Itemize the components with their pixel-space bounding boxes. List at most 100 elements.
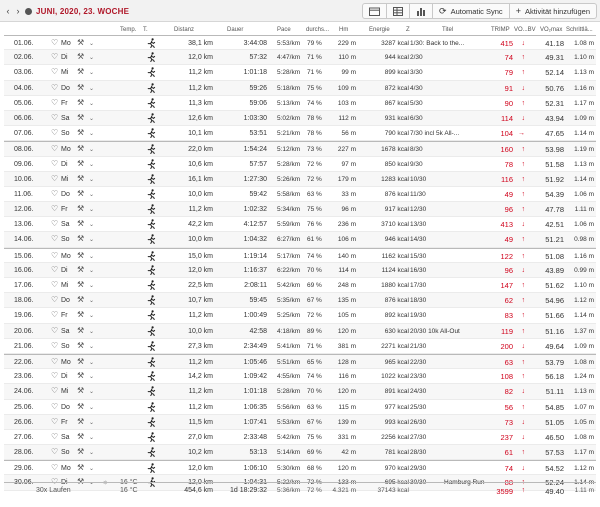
table-row[interactable]: 05.06. ♡ Fr ⚒ ⌄ 11,3 km 59:06 5:13/km 74 % 103 m 8… — [4, 96, 596, 111]
chevron-down-icon[interactable]: ⌄ — [89, 176, 94, 184]
wrench-icon[interactable]: ⚒ — [77, 68, 84, 76]
chevron-down-icon[interactable]: ⌄ — [89, 267, 94, 275]
table-row[interactable]: 29.06. ♡ Mo ⚒ ⌄ 12,0 km 1:06:10 5:30/km 68 % 120 … — [4, 460, 596, 476]
table-row[interactable]: 04.06. ♡ Do ⚒ ⌄ 11,2 km 59:26 5:18/km 75 % 109 m 8… — [4, 80, 596, 96]
wrench-icon[interactable]: ⚒ — [77, 159, 84, 168]
table-row[interactable]: 23.06. ♡ Di ⚒ ⌄ 14,2 km 1:09:42 4:55/km 74 % 116 … — [4, 369, 596, 385]
col-title[interactable]: Titel — [442, 27, 453, 33]
chevron-down-icon[interactable]: ⌄ — [89, 191, 94, 199]
chevron-down-icon[interactable]: ⌄ — [89, 373, 94, 381]
table-row[interactable]: 13.06. ♡ Sa ⚒ ⌄ 42,2 km 4:12:57 5:59/km 76 % 236 … — [4, 217, 596, 233]
col-vo-bv[interactable]: VO...BV — [514, 27, 536, 33]
chevron-down-icon[interactable]: ⌄ — [89, 40, 94, 48]
wrench-icon[interactable]: ⚒ — [77, 448, 84, 456]
chevron-down-icon[interactable]: ⌄ — [89, 221, 94, 229]
table-row[interactable]: 19.06. ♡ Fr ⚒ ⌄ 11,2 km 1:00:49 5:25/km 72 % 105 … — [4, 308, 596, 324]
col-vo2max[interactable]: VO₂max — [540, 27, 562, 33]
col-temp[interactable]: Temp. — [120, 27, 136, 33]
chevron-down-icon[interactable]: ⌄ — [89, 253, 94, 261]
wrench-icon[interactable]: ⚒ — [77, 235, 84, 243]
table-row[interactable]: 26.06. ♡ Fr ⚒ ⌄ 11,5 km 1:07:41 5:53/km 67 % 139 … — [4, 414, 596, 430]
chevron-down-icon[interactable]: ⌄ — [89, 236, 94, 244]
table-row[interactable]: 07.06. ♡ So ⚒ ⌄ 10,1 km 53:51 5:21/km 78 % 56 m 79… — [4, 126, 596, 142]
table-row[interactable]: 17.06. ♡ Mi ⚒ ⌄ 22,5 km 2:08:11 5:42/km 69 % 248 … — [4, 278, 596, 294]
wrench-icon[interactable]: ⚒ — [77, 464, 84, 472]
wrench-icon[interactable]: ⚒ — [77, 372, 84, 380]
chevron-down-icon[interactable]: ⌄ — [89, 282, 94, 290]
wrench-icon[interactable]: ⚒ — [77, 341, 84, 350]
wrench-icon[interactable]: ⚒ — [77, 205, 84, 213]
col-duration[interactable]: Dauer — [227, 27, 243, 33]
table-row[interactable]: 02.06. ♡ Di ⚒ ⌄ 12,0 km 57:32 4:47/km 71 % 110 m 9… — [4, 50, 596, 66]
wrench-icon[interactable]: ⚒ — [77, 432, 84, 441]
chevron-down-icon[interactable]: ⌄ — [89, 359, 94, 367]
wrench-icon[interactable]: ⚒ — [77, 39, 84, 47]
col-energy[interactable]: Energie — [369, 27, 390, 33]
table-row[interactable]: 11.06. ♡ Do ⚒ ⌄ 10,0 km 59:42 5:58/km 63 % 33 m 87… — [4, 187, 596, 203]
chevron-down-icon[interactable]: ⌄ — [89, 465, 94, 473]
chevron-down-icon[interactable]: ⌄ — [89, 146, 94, 154]
table-row[interactable]: 15.06. ♡ Mo ⚒ ⌄ 15,0 km 1:19:14 5:17/km 74 % 140 … — [4, 247, 596, 263]
wrench-icon[interactable]: ⚒ — [77, 145, 84, 153]
add-activity-button[interactable]: + Aktivität hinzufügen — [508, 4, 596, 18]
chevron-down-icon[interactable]: ⌄ — [89, 69, 94, 77]
chevron-down-icon[interactable]: ⌄ — [89, 161, 94, 169]
col-distance[interactable]: Distanz — [174, 27, 194, 33]
chevron-down-icon[interactable]: ⌄ — [89, 434, 94, 442]
col-hm[interactable]: Hm — [339, 27, 348, 33]
col-stride[interactable]: Schrittlä... — [566, 27, 593, 33]
chevron-down-icon[interactable]: ⌄ — [89, 419, 94, 427]
wrench-icon[interactable]: ⚒ — [77, 251, 84, 260]
table-row[interactable]: 21.06. ♡ So ⚒ ⌄ 27,3 km 2:34:49 5:41/km 71 % 381 … — [4, 339, 596, 354]
calendar-view-button[interactable] — [363, 4, 386, 18]
table-row[interactable]: 20.06. ♡ Sa ⚒ ⌄ 10,0 km 42:58 4:18/km 89 % 120 m 6… — [4, 323, 596, 339]
chevron-left-icon[interactable]: ‹ — [3, 4, 13, 18]
table-row[interactable]: 06.06. ♡ Sa ⚒ ⌄ 12,6 km 1:03:30 5:02/km 78 % 112 … — [4, 110, 596, 127]
table-view-button[interactable] — [386, 4, 409, 18]
wrench-icon[interactable]: ⚒ — [77, 311, 84, 319]
chevron-down-icon[interactable]: ⌄ — [89, 130, 94, 138]
table-row[interactable]: 16.06. ♡ Di ⚒ ⌄ 12,0 km 1:16:37 6:22/km 70 % 114 … — [4, 262, 596, 278]
wrench-icon[interactable]: ⚒ — [77, 281, 84, 289]
table-row[interactable]: 08.06. ♡ Mo ⚒ ⌄ 22,0 km 1:54:24 5:12/km 73 % 227 … — [4, 141, 596, 157]
wrench-icon[interactable]: ⚒ — [77, 387, 84, 395]
chevron-down-icon[interactable]: ⌄ — [89, 343, 94, 351]
wrench-icon[interactable]: ⚒ — [77, 53, 84, 61]
wrench-icon[interactable]: ⚒ — [77, 402, 84, 411]
col-trimp[interactable]: TRIMP — [491, 27, 510, 33]
wrench-icon[interactable]: ⚒ — [77, 174, 84, 183]
table-row[interactable]: 10.06. ♡ Mi ⚒ ⌄ 16,1 km 1:27:30 5:26/km 72 % 179 … — [4, 171, 596, 187]
col-zone[interactable]: Z — [406, 27, 410, 33]
table-row[interactable]: 01.06. ♡ Mo ⚒ ⌄ 38,1 km 3:44:08 5:53/km 79 % 229 … — [4, 35, 596, 51]
wrench-icon[interactable]: ⚒ — [77, 113, 84, 122]
chevron-down-icon[interactable]: ⌄ — [89, 85, 94, 93]
table-row[interactable]: 18.06. ♡ Do ⚒ ⌄ 10,7 km 59:45 5:35/km 67 % 135 m 8… — [4, 293, 596, 309]
chevron-down-icon[interactable]: ⌄ — [89, 115, 94, 123]
chevron-down-icon[interactable]: ⌄ — [89, 100, 94, 108]
wrench-icon[interactable]: ⚒ — [77, 357, 84, 366]
wrench-icon[interactable]: ⚒ — [77, 189, 84, 198]
wrench-icon[interactable]: ⚒ — [77, 417, 84, 426]
chevron-right-icon[interactable]: › — [13, 4, 23, 18]
chevron-down-icon[interactable]: ⌄ — [89, 297, 94, 305]
wrench-icon[interactable]: ⚒ — [77, 326, 84, 335]
col-pace[interactable]: Pace — [277, 27, 291, 33]
table-row[interactable]: 24.06. ♡ Mi ⚒ ⌄ 11,2 km 1:01:18 5:28/km 70 % 120 … — [4, 384, 596, 400]
wrench-icon[interactable]: ⚒ — [77, 296, 84, 304]
table-row[interactable]: 22.06. ♡ Mo ⚒ ⌄ 11,2 km 1:05:46 5:51/km 65 % 128 … — [4, 353, 596, 370]
wrench-icon[interactable]: ⚒ — [77, 220, 84, 228]
wrench-icon[interactable]: ⚒ — [77, 83, 84, 92]
table-row[interactable]: 09.06. ♡ Di ⚒ ⌄ 10,6 km 57:57 5:28/km 72 % 97 m 85… — [4, 157, 596, 172]
table-row[interactable]: 14.06. ♡ So ⚒ ⌄ 10,0 km 1:04:32 6:27/km 61 % 106 … — [4, 232, 596, 248]
table-row[interactable]: 03.06. ♡ Mi ⚒ ⌄ 11,2 km 1:01:18 5:28/km 71 % 99 m… — [4, 65, 596, 81]
sync-button[interactable]: ⟳ Automatic Sync — [432, 4, 509, 18]
chevron-down-icon[interactable]: ⌄ — [89, 404, 94, 412]
table-row[interactable]: 28.06. ♡ So ⚒ ⌄ 10,2 km 53:13 5:14/km 69 % 42 m 78… — [4, 445, 596, 461]
wrench-icon[interactable]: ⚒ — [77, 265, 84, 274]
wrench-icon[interactable]: ⚒ — [77, 98, 84, 107]
wrench-icon[interactable]: ⚒ — [77, 129, 84, 137]
chevron-down-icon[interactable]: ⌄ — [89, 206, 94, 214]
chevron-down-icon[interactable]: ⌄ — [89, 54, 94, 62]
chevron-down-icon[interactable]: ⌄ — [89, 312, 94, 320]
table-row[interactable]: 25.06. ♡ Do ⚒ ⌄ 11,2 km 1:06:35 5:56/km 63 % 115 … — [4, 400, 596, 415]
